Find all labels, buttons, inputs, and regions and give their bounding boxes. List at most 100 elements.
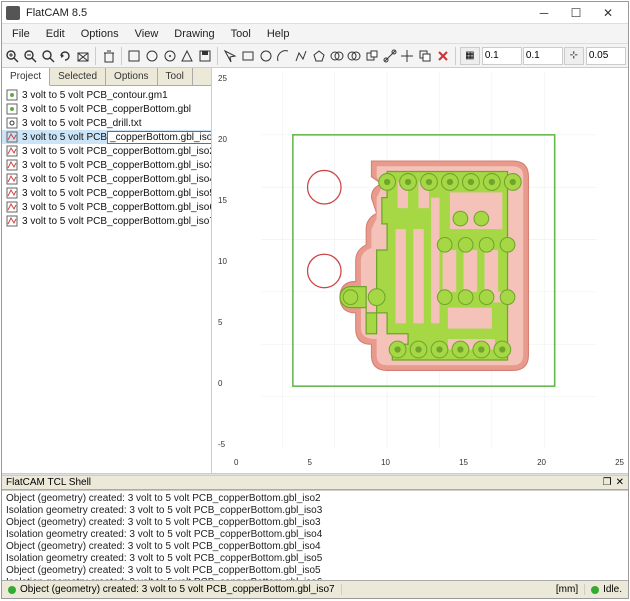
snap-input[interactable] <box>586 47 626 65</box>
tab-project[interactable]: Project <box>2 68 50 86</box>
tree-item[interactable]: 3 volt to 5 volt PCB_drill.txt <box>2 116 211 130</box>
add-path-icon[interactable] <box>293 46 310 66</box>
tab-selected[interactable]: Selected <box>50 68 106 85</box>
status-message: Object (geometry) created: 3 volt to 5 v… <box>20 584 335 595</box>
menu-edit[interactable]: Edit <box>38 26 73 42</box>
gerber-icon <box>6 103 18 115</box>
x-tick: 15 <box>459 458 468 467</box>
x-tick: 25 <box>615 458 624 467</box>
grid-y-input[interactable] <box>523 47 563 65</box>
maximize-button[interactable]: ☐ <box>560 3 592 23</box>
snap-control: ⊹ <box>564 47 626 65</box>
select-icon[interactable] <box>222 46 239 66</box>
geometry-icon <box>6 159 18 171</box>
subtract-icon[interactable] <box>364 46 381 66</box>
geometry-icon <box>6 173 18 185</box>
project-tree[interactable]: 3 volt to 5 volt PCB_contour.gm13 volt t… <box>2 86 211 473</box>
menu-drawing[interactable]: Drawing <box>166 26 222 42</box>
project-tabs: Project Selected Options Tool <box>2 68 211 86</box>
tree-item[interactable]: 3 volt to 5 volt PCB_copperBottom.gbl <box>2 102 211 116</box>
shell-detach-icon[interactable]: ❐ <box>603 477 612 488</box>
geometry-icon <box>6 187 18 199</box>
geometry-icon <box>6 145 18 157</box>
grid-x-button[interactable]: ▦ <box>460 47 480 65</box>
y-tick: 10 <box>218 257 227 266</box>
snap-button[interactable]: ⊹ <box>564 47 584 65</box>
plot-canvas[interactable]: 2520151050-5 0510152025 <box>212 68 628 473</box>
tree-item[interactable]: 3 volt to 5 volt PCB_contour.gm1 <box>2 88 211 102</box>
save-geometry-icon[interactable] <box>197 46 214 66</box>
shell-close-icon[interactable]: ✕ <box>616 477 624 488</box>
intersection-icon[interactable] <box>346 46 363 66</box>
shell-line: Isolation geometry created: 3 volt to 5 … <box>6 529 624 541</box>
statusbar: Object (geometry) created: 3 volt to 5 v… <box>2 580 628 598</box>
delete-icon[interactable] <box>100 46 117 66</box>
geometry-icon <box>6 201 18 213</box>
status-units: [mm] <box>550 584 585 595</box>
tree-item[interactable]: 3 volt to 5 volt PCB_copperBottom.gbl_is… <box>2 130 211 144</box>
tree-item[interactable]: 3 volt to 5 volt PCB_copperBottom.gbl_is… <box>2 158 211 172</box>
tree-item-label: 3 volt to 5 volt PCB_contour.gm1 <box>22 90 168 101</box>
tab-options[interactable]: Options <box>106 68 157 85</box>
shell-line: Object (geometry) created: 3 volt to 5 v… <box>6 565 624 577</box>
menu-help[interactable]: Help <box>259 26 298 42</box>
tree-item[interactable]: 3 volt to 5 volt PCB_copperBottom.gbl_is… <box>2 172 211 186</box>
clear-plot-icon[interactable] <box>75 46 92 66</box>
tree-item[interactable]: 3 volt to 5 volt PCB_copperBottom.gbl_is… <box>2 200 211 214</box>
tree-item-label: 3 volt to 5 volt PCB_copperBottom.gbl_is… <box>22 202 211 213</box>
grid-y-control <box>523 47 563 65</box>
zoom-out-icon[interactable] <box>22 46 39 66</box>
tree-item[interactable]: 3 volt to 5 volt PCB_copperBottom.gbl_is… <box>2 144 211 158</box>
tree-item-label: 3 volt to 5 volt PCB_copperBottom.gbl_is… <box>22 188 211 199</box>
union-icon[interactable] <box>328 46 345 66</box>
x-axis: 0510152025 <box>234 458 624 467</box>
move-icon[interactable] <box>399 46 416 66</box>
zoom-fit-icon[interactable] <box>39 46 56 66</box>
copy-icon[interactable] <box>417 46 434 66</box>
grid-x-input[interactable] <box>482 47 522 65</box>
tree-item-label: 3 volt to 5 volt PCB_drill.txt <box>22 118 142 129</box>
tree-item-edit-input[interactable]: _copperBottom.gbl_iso1 <box>107 131 211 144</box>
menu-tool[interactable]: Tool <box>223 26 259 42</box>
shell-line: Isolation geometry created: 3 volt to 5 … <box>6 505 624 517</box>
x-tick: 5 <box>308 458 312 467</box>
new-excellon-icon[interactable] <box>161 46 178 66</box>
add-arc-icon[interactable] <box>275 46 292 66</box>
new-geometry-icon[interactable] <box>126 46 143 66</box>
tree-item[interactable]: 3 volt to 5 volt PCB_copperBottom.gbl_is… <box>2 186 211 200</box>
menu-options[interactable]: Options <box>73 26 127 42</box>
add-polygon-icon[interactable] <box>310 46 327 66</box>
add-circle-icon[interactable] <box>257 46 274 66</box>
menubar: File Edit Options View Drawing Tool Help <box>2 24 628 44</box>
delete-shape-icon[interactable] <box>434 46 451 66</box>
minimize-button[interactable]: ─ <box>528 3 560 23</box>
geometry-icon <box>6 131 18 143</box>
close-button[interactable]: ✕ <box>592 3 624 23</box>
cutpath-icon[interactable] <box>381 46 398 66</box>
x-tick: 10 <box>381 458 390 467</box>
tab-tool[interactable]: Tool <box>158 68 193 85</box>
grid-x-control: ▦ <box>460 47 522 65</box>
shell-line: Object (geometry) created: 3 volt to 5 v… <box>6 541 624 553</box>
y-tick: 20 <box>218 135 227 144</box>
menu-view[interactable]: View <box>127 26 167 42</box>
titlebar: FlatCAM 8.5 ─ ☐ ✕ <box>2 2 628 24</box>
tree-item[interactable]: 3 volt to 5 volt PCB_copperBottom.gbl_is… <box>2 214 211 228</box>
shell-title: FlatCAM TCL Shell <box>6 477 91 488</box>
tcl-shell[interactable]: Object (geometry) created: 3 volt to 5 v… <box>2 490 628 580</box>
zoom-in-icon[interactable] <box>4 46 21 66</box>
x-tick: 20 <box>537 458 546 467</box>
tree-item-label: 3 volt to 5 volt PCB_copperBottom.gbl_is… <box>22 160 211 171</box>
new-gerber-icon[interactable] <box>143 46 160 66</box>
gerber-icon <box>6 89 18 101</box>
edit-geometry-icon[interactable] <box>179 46 196 66</box>
drill-icon <box>6 117 18 129</box>
add-rect-icon[interactable] <box>240 46 257 66</box>
shell-header: FlatCAM TCL Shell ❐ ✕ <box>2 476 628 490</box>
shell-line: Object (geometry) created: 3 volt to 5 v… <box>6 517 624 529</box>
window-title: FlatCAM 8.5 <box>26 7 528 19</box>
replot-icon[interactable] <box>57 46 74 66</box>
app-icon <box>6 6 20 20</box>
y-tick: -5 <box>218 440 227 449</box>
menu-file[interactable]: File <box>4 26 38 42</box>
